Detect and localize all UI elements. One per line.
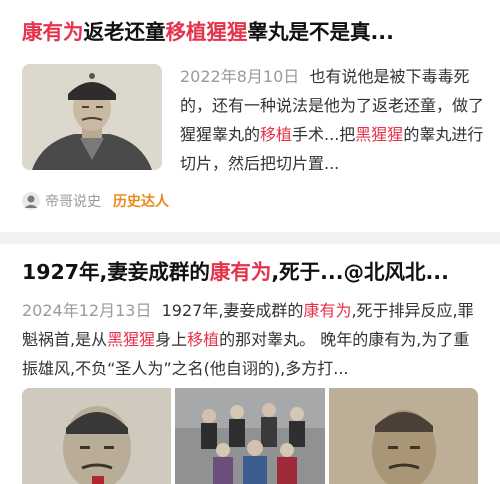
result-date: 2024年12月13日: [22, 301, 152, 320]
snippet-highlight: 黑猩猩: [107, 330, 156, 349]
snippet-highlight: 移植: [260, 125, 293, 144]
title-text: 返老还童: [83, 20, 166, 44]
result-title[interactable]: 康有为返老还童移植猩猩睾丸是不是真...: [22, 12, 492, 52]
title-highlight: 康有为: [209, 260, 272, 284]
snippet-highlight: 黑猩猩: [355, 125, 404, 144]
result-title[interactable]: 1927年,妻妾成群的康有为,死于...@北风北...: [22, 252, 492, 292]
result-source[interactable]: 帝哥说史 历史达人: [22, 190, 169, 212]
title-text: ,死于...@北风北...: [271, 260, 449, 284]
result-thumbnail[interactable]: [22, 64, 162, 170]
snippet-text: 身上: [155, 330, 188, 349]
title-text: 睾丸是不是真...: [247, 20, 394, 44]
avatar-icon: [22, 192, 40, 210]
gallery-image-group-photo[interactable]: [175, 388, 325, 484]
search-result-card-2[interactable]: 1927年,妻妾成群的康有为,死于...@北风北... 2024年12月13日 …: [0, 244, 500, 484]
source-badge: 历史达人: [113, 194, 169, 210]
snippet-text: 1927年,妻妾成群的: [161, 301, 304, 320]
title-highlight: 康有为: [22, 20, 84, 44]
title-text: 1927年,妻妾成群的: [22, 260, 210, 284]
snippet-text: 手术...把: [292, 125, 356, 144]
card-divider: [0, 232, 500, 244]
gallery-image-portrait-left[interactable]: [22, 388, 172, 484]
gallery-image-portrait-right[interactable]: [328, 388, 478, 484]
source-name[interactable]: 帝哥说史: [45, 191, 101, 211]
snippet-highlight: 移植: [187, 330, 220, 349]
result-snippet: 2022年8月10日 也有说他是被下毒毒死的，还有一种说法是他为了返老还童，做了…: [180, 62, 485, 178]
search-result-card-1[interactable]: 康有为返老还童移植猩猩睾丸是不是真... 2022年8月10日 也有说他是被下毒…: [0, 0, 500, 232]
result-image-gallery[interactable]: [22, 388, 478, 484]
result-snippet: 2024年12月13日 1927年,妻妾成群的康有为,死于排异反应,罪魁祸首,是…: [22, 296, 484, 383]
result-date: 2022年8月10日: [180, 67, 300, 86]
title-highlight: 移植猩猩: [165, 20, 248, 44]
snippet-highlight: 康有为: [303, 301, 352, 320]
